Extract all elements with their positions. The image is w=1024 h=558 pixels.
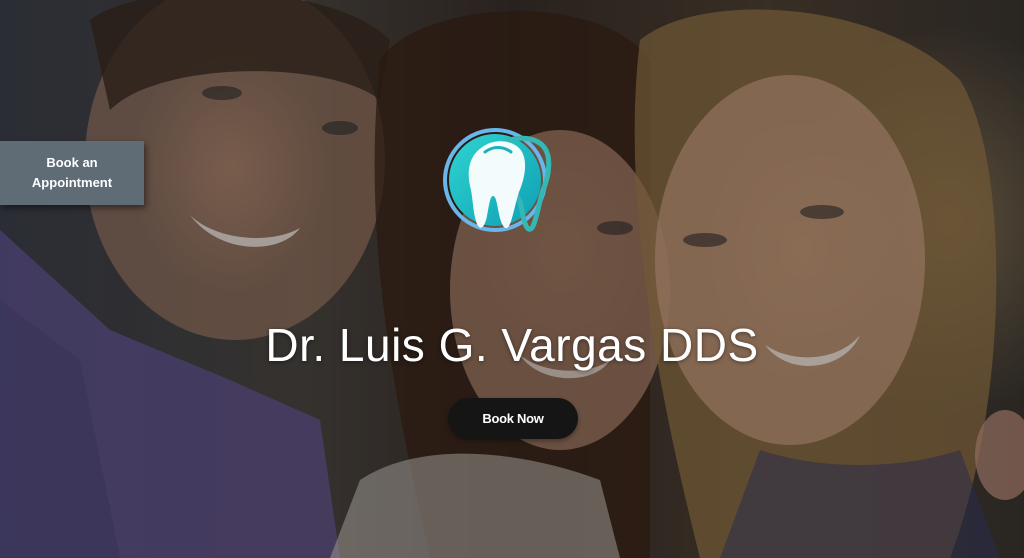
book-appointment-tab[interactable]: Book an Appointment [0, 141, 144, 205]
book-now-button[interactable]: Book Now [448, 398, 578, 439]
tooth-icon [441, 126, 565, 238]
page-title: Dr. Luis G. Vargas DDS [265, 319, 759, 371]
book-appointment-label: Book an Appointment [31, 155, 113, 190]
hero-dark-overlay [0, 0, 1024, 558]
hero-section: Book an Appointment Dr. Luis G. Vargas D… [0, 0, 1024, 558]
